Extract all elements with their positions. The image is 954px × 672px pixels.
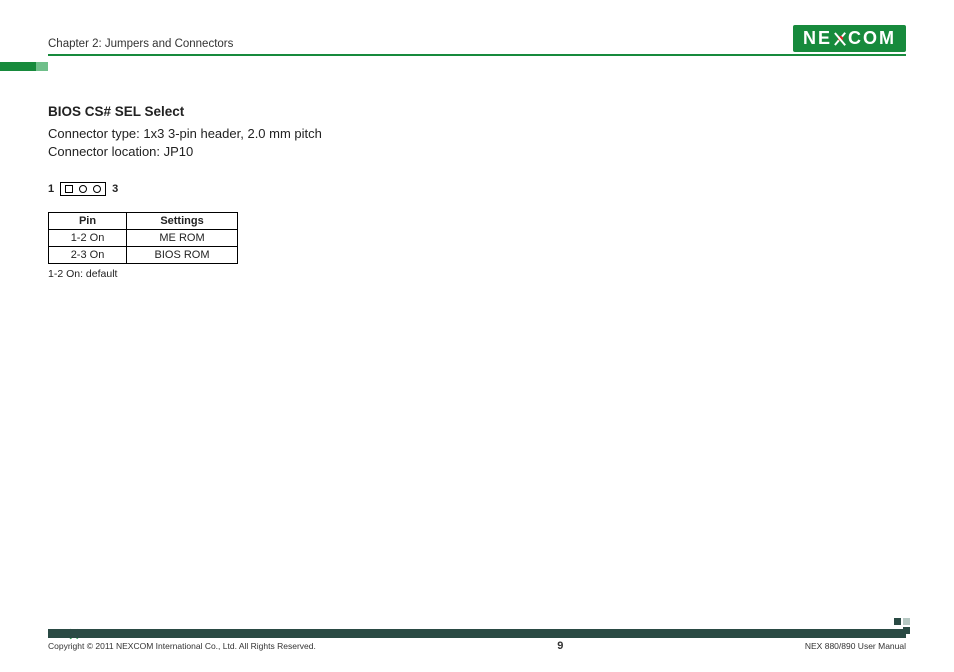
cell-pin: 2-3 On xyxy=(49,247,127,264)
col-pin: Pin xyxy=(49,213,127,230)
page-tab-light xyxy=(36,62,48,71)
section-title: BIOS CS# SEL Select xyxy=(48,104,488,119)
cell-setting: BIOS ROM xyxy=(127,247,238,264)
default-note: 1-2 On: default xyxy=(48,268,488,280)
cell-pin: 1-2 On xyxy=(49,230,127,247)
pin-square-icon xyxy=(65,185,73,193)
jumper-header-icon xyxy=(60,182,106,196)
header-rule xyxy=(48,54,906,56)
pin-circle-icon xyxy=(93,185,101,193)
table-row: 1-2 On ME ROM xyxy=(49,230,238,247)
connector-type: Connector type: 1x3 3-pin header, 2.0 mm… xyxy=(48,125,488,143)
jumper-diagram: 1 3 xyxy=(48,182,488,196)
connector-location: Connector location: JP10 xyxy=(48,143,488,161)
pin-3-label: 3 xyxy=(112,183,118,195)
chapter-title: Chapter 2: Jumpers and Connectors xyxy=(48,38,233,52)
logo-text-right: COM xyxy=(848,28,896,49)
page-tab xyxy=(0,62,36,71)
brand-logo: NE COM xyxy=(793,25,906,52)
footer-bar xyxy=(48,629,906,638)
footer-ornament-icon xyxy=(894,618,912,636)
doc-title: NEX 880/890 User Manual xyxy=(805,641,906,651)
page-number: 9 xyxy=(557,640,563,652)
col-settings: Settings xyxy=(127,213,238,230)
table-header-row: Pin Settings xyxy=(49,213,238,230)
logo-x-icon xyxy=(833,32,847,46)
cell-setting: ME ROM xyxy=(127,230,238,247)
pin-circle-icon xyxy=(79,185,87,193)
pin-1-label: 1 xyxy=(48,183,54,195)
settings-table: Pin Settings 1-2 On ME ROM 2-3 On BIOS R… xyxy=(48,212,238,264)
logo-text-left: NE xyxy=(803,28,832,49)
table-row: 2-3 On BIOS ROM xyxy=(49,247,238,264)
